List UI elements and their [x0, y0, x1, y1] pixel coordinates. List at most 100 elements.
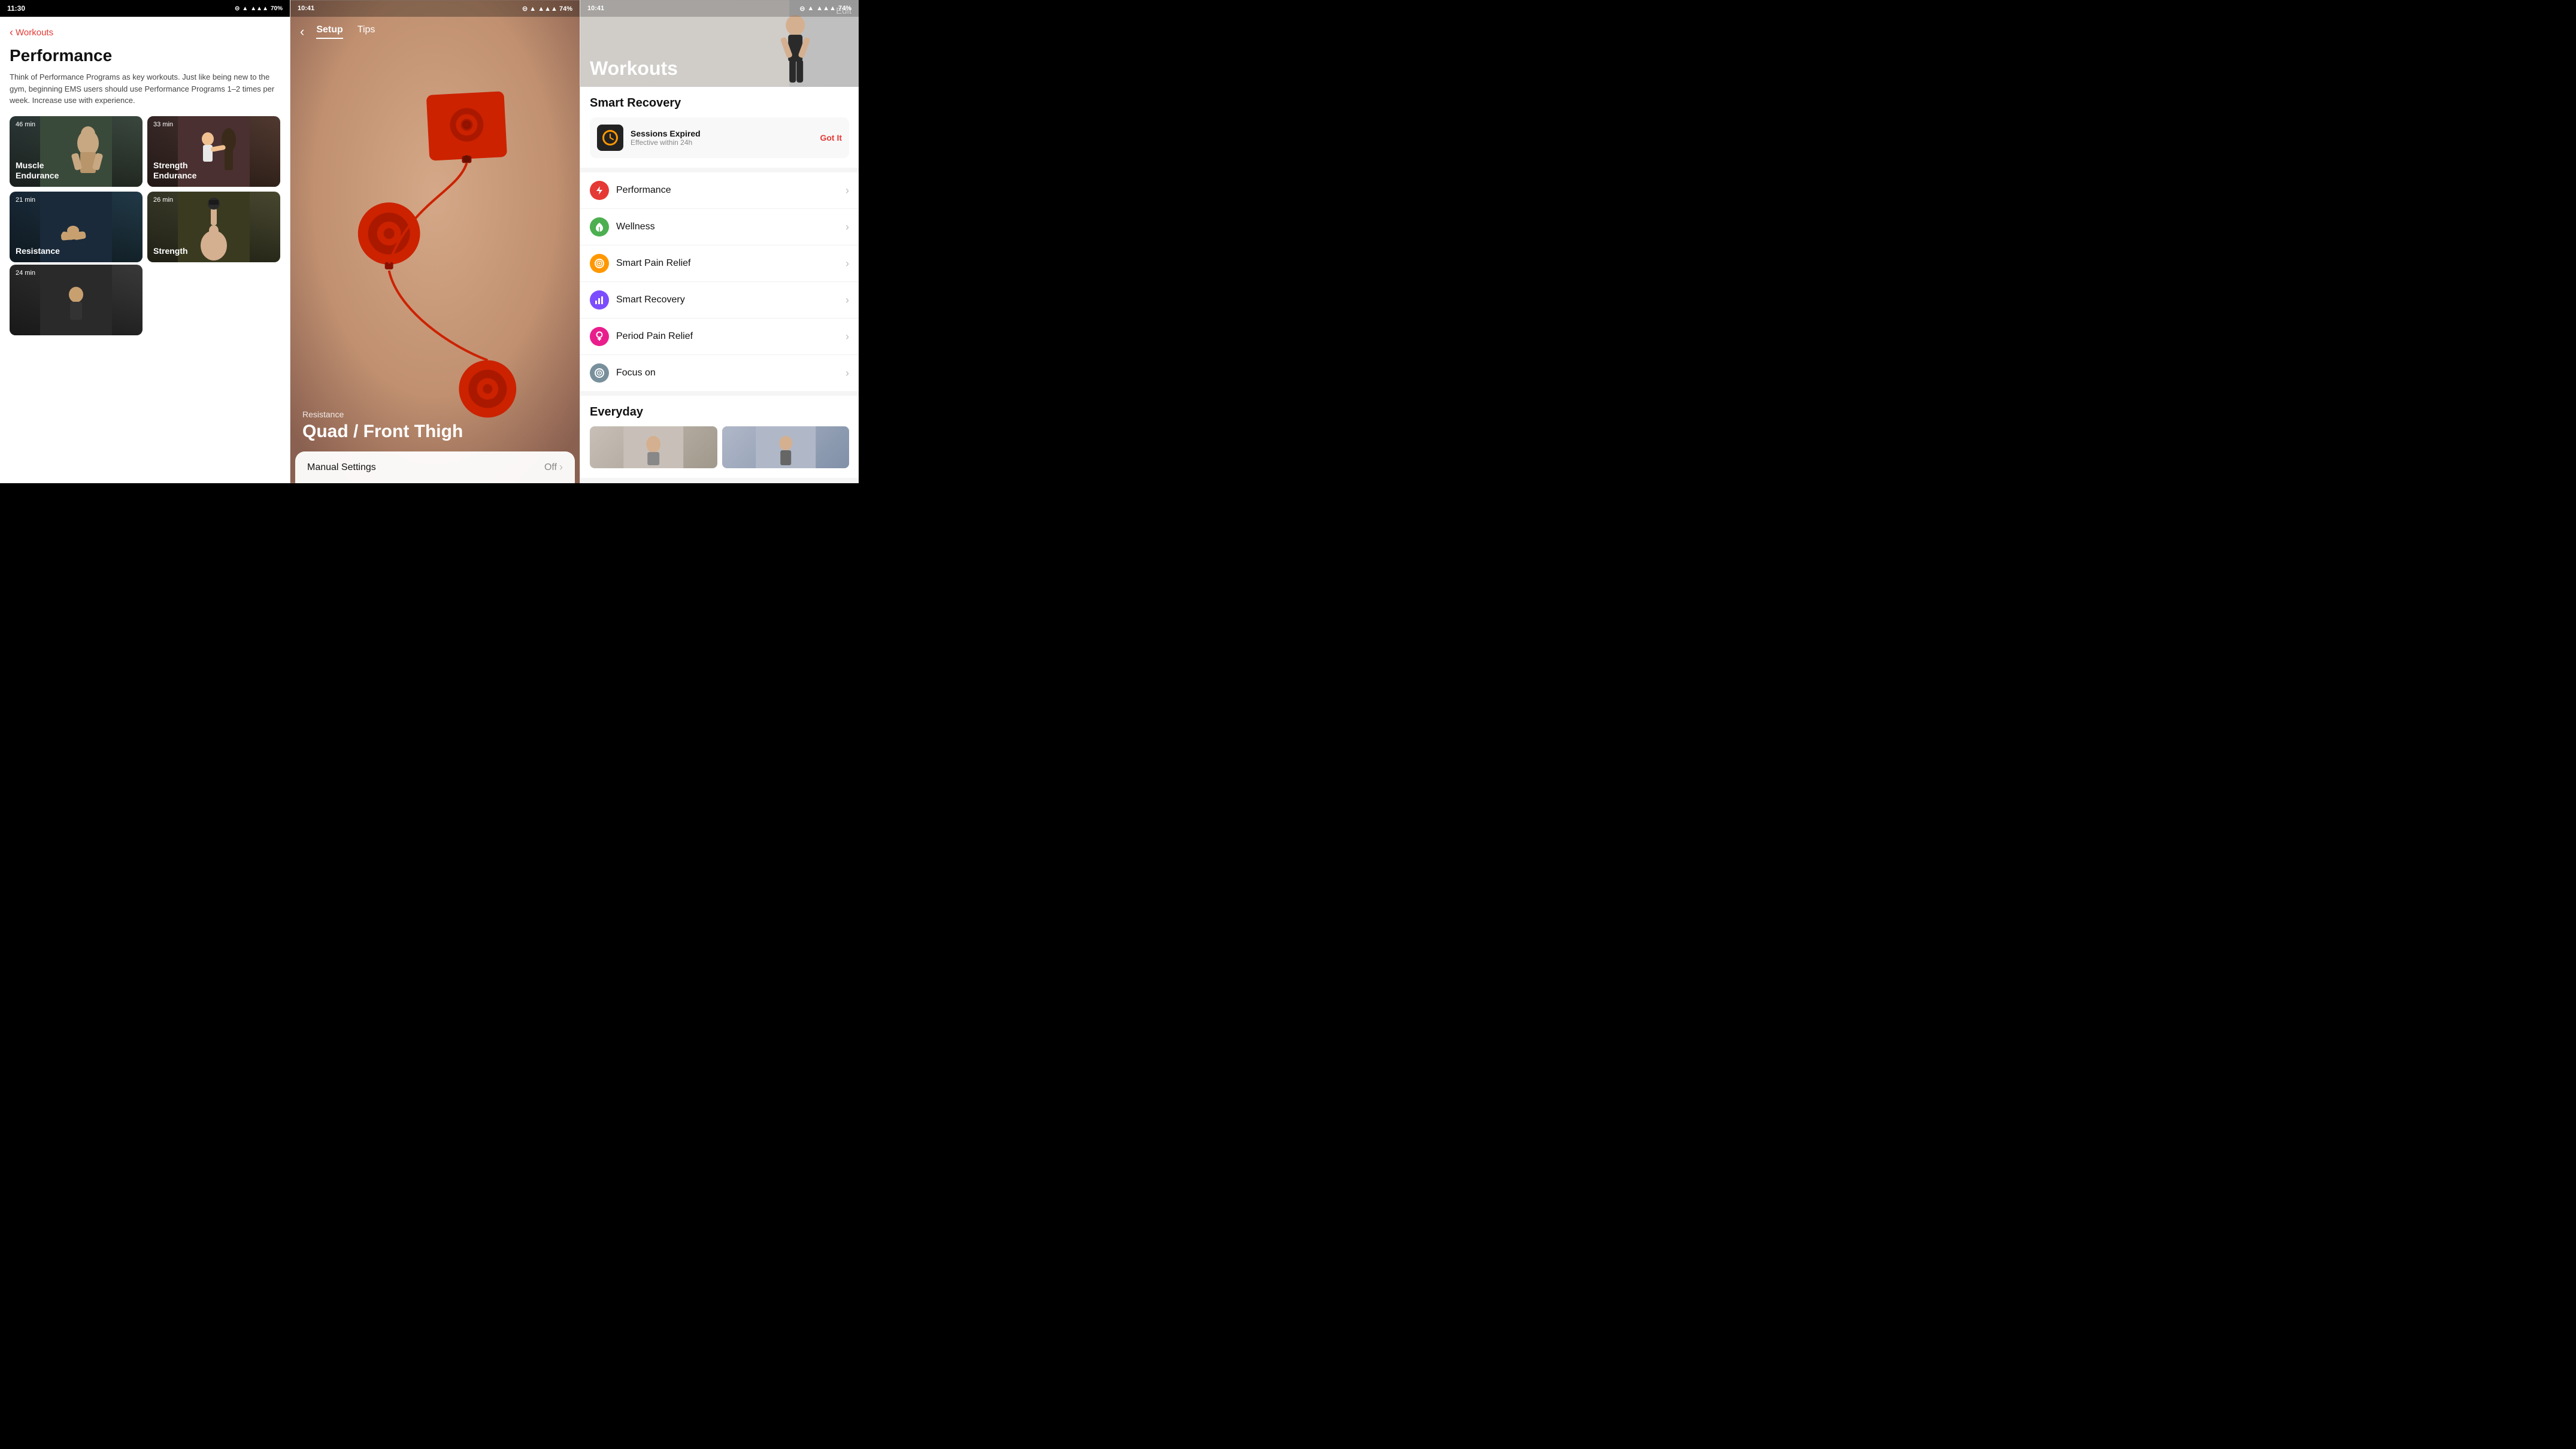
- menu-label-smart-recovery: Smart Recovery: [616, 295, 845, 305]
- manual-settings-value: Off ›: [544, 461, 563, 474]
- sessions-expired-card: Sessions Expired Effective within 24h Go…: [590, 117, 849, 158]
- panel-setup: 10:41 ⊝ ▲ ▲▲▲ 74% ‹ Setup Tips Resistanc…: [290, 0, 580, 483]
- focus-on-chevron: ›: [845, 367, 849, 380]
- performance-icon: [590, 181, 609, 200]
- back-link-workouts[interactable]: ‹ Workouts: [10, 26, 280, 39]
- smart-recovery-section: Smart Recovery Sessions Expired Effectiv…: [580, 87, 859, 168]
- battery-icon-2: 74%: [559, 5, 572, 13]
- manual-settings-chevron: ›: [559, 461, 563, 474]
- manual-settings-off: Off: [544, 462, 557, 473]
- menu-item-focus-on[interactable]: Focus on ›: [580, 355, 859, 391]
- signal-icon-2: ▲▲▲: [538, 5, 557, 13]
- wifi-icon: ▲: [242, 5, 248, 12]
- panel-workouts-menu: 10:41 ⊝ ▲ ▲▲▲ 74% Edit Workouts Smart Re…: [580, 0, 859, 483]
- panel-performance: 11:30 ⊝ ▲ ▲▲▲ 70% ‹ Workouts Performance…: [0, 0, 290, 483]
- wifi-icon-3: ▲: [807, 5, 814, 12]
- back-chevron-icon: ‹: [10, 26, 13, 39]
- workout-last-row: 24 min: [10, 265, 280, 335]
- time-1: 11:30: [7, 4, 25, 13]
- workout-card-5[interactable]: 24 min: [10, 265, 143, 335]
- everyday-section: Everyday: [580, 396, 859, 478]
- panel2-header: ‹ Setup Tips: [290, 17, 580, 47]
- status-bar-3: 10:41 ⊝ ▲ ▲▲▲ 74%: [580, 0, 859, 17]
- female-icon: [594, 331, 605, 342]
- pain-relief-chevron: ›: [845, 257, 849, 270]
- status-icons-2: ⊝ ▲ ▲▲▲ 74%: [522, 5, 572, 13]
- back-link-label: Workouts: [16, 28, 53, 38]
- tab-setup[interactable]: Setup: [316, 25, 343, 39]
- card-label-1: MuscleEndurance: [16, 160, 59, 181]
- menu-item-smart-recovery[interactable]: Smart Recovery ›: [580, 282, 859, 319]
- workout-card-strength[interactable]: 26 min Strength: [147, 192, 280, 262]
- manual-settings-label: Manual Settings: [307, 462, 376, 473]
- workout-card-strength-endurance[interactable]: 33 min StrengthEndurance: [147, 116, 280, 187]
- panel3-body: Smart Recovery Sessions Expired Effectiv…: [580, 87, 859, 483]
- do-not-disturb-icon-2: ⊝: [522, 5, 528, 13]
- everyday-title: Everyday: [590, 405, 849, 419]
- menu-label-performance: Performance: [616, 185, 845, 196]
- status-bar-1: 11:30 ⊝ ▲ ▲▲▲ 70%: [0, 0, 290, 17]
- panel3-title: Workouts: [590, 57, 678, 80]
- location-title: Quad / Front Thigh: [290, 422, 580, 451]
- leaf-icon: [594, 222, 605, 232]
- target-icon: [594, 258, 605, 269]
- card-time-2: 33 min: [153, 121, 173, 128]
- card-label-3: Resistance: [16, 246, 60, 256]
- workout-grid: 46 min MuscleEndurance 33 min: [10, 116, 280, 262]
- smart-recovery-title: Smart Recovery: [590, 96, 849, 110]
- everyday-thumb-2[interactable]: [722, 426, 850, 468]
- chart-icon: [594, 295, 605, 305]
- back-button-2[interactable]: ‹: [300, 24, 304, 40]
- panel2-bottom: Resistance Quad / Front Thigh Manual Set…: [290, 410, 580, 483]
- focus-icon: [590, 363, 609, 383]
- got-it-button[interactable]: Got It: [820, 133, 842, 143]
- card-label-4: Strength: [153, 246, 188, 256]
- menu-label-period-pain: Period Pain Relief: [616, 331, 845, 342]
- menu-item-performance[interactable]: Performance ›: [580, 172, 859, 209]
- time-3: 10:41: [587, 5, 604, 12]
- menu-label-focus-on: Focus on: [616, 368, 845, 378]
- battery-icon: 70%: [271, 5, 283, 12]
- do-not-disturb-icon-3: ⊝: [799, 5, 805, 13]
- menu-item-wellness[interactable]: Wellness ›: [580, 209, 859, 245]
- status-icons-3: ⊝ ▲ ▲▲▲ 74%: [799, 5, 851, 13]
- thumb-img-2: [722, 426, 850, 468]
- lightning-icon: [594, 185, 605, 196]
- smart-recovery-icon: [590, 290, 609, 310]
- battery-icon-3: 74%: [838, 5, 851, 12]
- performance-chevron: ›: [845, 184, 849, 197]
- card-label-2: StrengthEndurance: [153, 160, 196, 181]
- menu-item-pain-relief[interactable]: Smart Pain Relief ›: [580, 245, 859, 282]
- clock-icon: [602, 129, 619, 146]
- menu-label-pain-relief: Smart Pain Relief: [616, 258, 845, 269]
- smart-recovery-chevron: ›: [845, 294, 849, 307]
- thumb-img-1: [590, 426, 717, 468]
- pain-relief-icon: [590, 254, 609, 273]
- location-label: Resistance: [290, 410, 580, 422]
- card-time-5: 24 min: [16, 269, 35, 277]
- performance-body: ‹ Workouts Performance Think of Performa…: [0, 17, 290, 483]
- period-pain-chevron: ›: [845, 331, 849, 343]
- status-bar-2: 10:41 ⊝ ▲ ▲▲▲ 74%: [290, 0, 580, 17]
- focus-circle-icon: [594, 368, 605, 378]
- sessions-icon: [597, 125, 623, 151]
- workout-card-muscle-endurance[interactable]: 46 min MuscleEndurance: [10, 116, 143, 187]
- period-pain-icon: [590, 327, 609, 346]
- wellness-chevron: ›: [845, 221, 849, 234]
- manual-settings-bar[interactable]: Manual Settings Off ›: [295, 451, 575, 483]
- signal-icon-3: ▲▲▲: [816, 5, 836, 12]
- time-2: 10:41: [298, 5, 314, 12]
- everyday-thumb-1[interactable]: [590, 426, 717, 468]
- menu-label-wellness: Wellness: [616, 222, 845, 232]
- workout-card-resistance[interactable]: 21 min Resistance: [10, 192, 143, 262]
- menu-section: Performance › Wellness ›: [580, 172, 859, 391]
- page-title: Performance: [10, 46, 280, 65]
- page-description: Think of Performance Programs as key wor…: [10, 71, 280, 107]
- card-time-3: 21 min: [16, 196, 35, 204]
- tabs: Setup Tips: [316, 25, 375, 39]
- menu-item-period-pain[interactable]: Period Pain Relief ›: [580, 319, 859, 355]
- do-not-disturb-icon: ⊝: [235, 5, 240, 12]
- wifi-icon-2: ▲: [529, 5, 536, 13]
- tab-tips[interactable]: Tips: [357, 25, 375, 39]
- wellness-icon: [590, 217, 609, 237]
